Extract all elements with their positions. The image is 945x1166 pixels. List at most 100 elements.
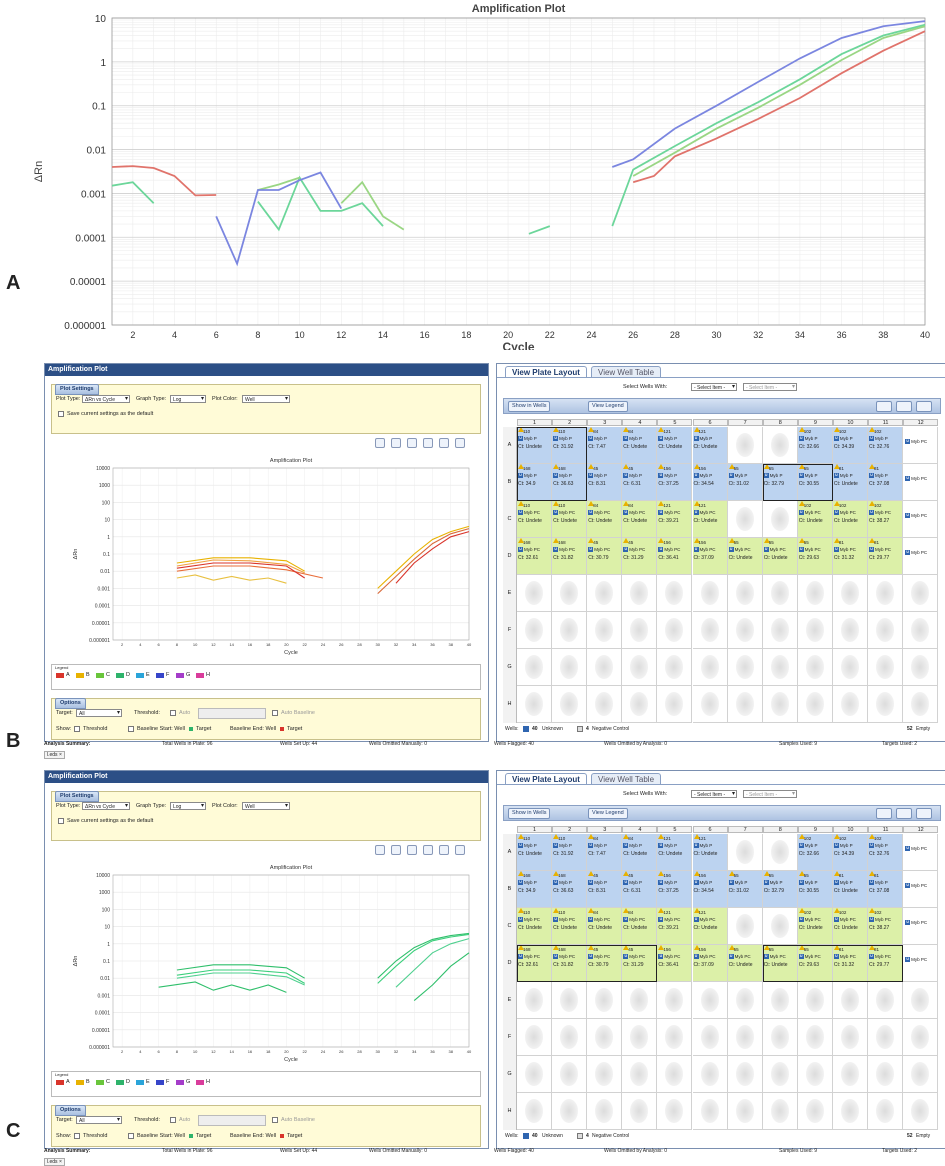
column-header[interactable]: 5 [657,826,693,833]
plate-well[interactable]: 55 U Myb PC Ct: Undete [762,538,798,575]
column-header[interactable]: 1 [517,419,553,426]
plate-well[interactable] [903,1019,939,1056]
graph-type-select[interactable]: Log [170,395,206,403]
baseline-start-checkbox[interactable] [128,726,134,732]
plate-well[interactable]: 55 U Myb PC Ct: 29.63 [797,538,833,575]
plot-settings-tab[interactable]: Plot Settings [55,384,99,395]
plate-well[interactable] [587,982,623,1019]
plate-well[interactable] [797,649,833,686]
column-header[interactable]: 4 [622,826,658,833]
plate-well[interactable] [832,649,868,686]
plate-well[interactable] [622,575,658,612]
plate-well[interactable]: 156 U Myb P Ct: 37.25 [657,871,693,908]
plate-well[interactable] [727,575,763,612]
plate-well[interactable] [762,427,798,464]
plate-well[interactable]: U Myb PC [903,427,939,464]
plate-well[interactable]: U Myb PC [903,908,939,945]
plate-well[interactable] [657,982,693,1019]
plate-well[interactable]: 84 U Myb PC Ct: Undete [587,908,623,945]
table-icon[interactable] [455,845,465,855]
plate-well[interactable]: 121 U Myb P Ct: Undete [692,834,728,871]
column-header[interactable]: 10 [832,826,868,833]
plate-well[interactable] [868,686,904,723]
plate-well[interactable]: 55 U Myb P Ct: 30.55 [797,871,833,908]
plate-well[interactable] [692,1019,728,1056]
plate-well[interactable]: 156 U Myb P Ct: 34.54 [692,871,728,908]
zoom-in-icon[interactable] [375,845,385,855]
target-select[interactable]: All [76,709,122,717]
plate-well[interactable]: 156 U Myb P Ct: 37.25 [657,464,693,501]
plate-well[interactable] [552,1056,588,1093]
print-icon[interactable] [407,438,417,448]
plate-well[interactable] [762,834,798,871]
auto-threshold-checkbox[interactable] [170,1117,176,1123]
plot-settings-tab[interactable]: Plot Settings [55,791,99,802]
chart-icon[interactable] [439,845,449,855]
plate-well[interactable] [832,686,868,723]
plate-well[interactable]: 110 U Myb P Ct: 31.92 [552,834,588,871]
plate-well[interactable] [762,1056,798,1093]
expand-icon[interactable] [876,808,892,819]
zoom-out-icon[interactable] [391,438,401,448]
column-header[interactable]: 11 [868,826,904,833]
row-label[interactable]: D [503,945,517,982]
plate-well[interactable] [868,1056,904,1093]
plate-well[interactable]: 45 U Myb P Ct: 8.31 [587,464,623,501]
plate-well[interactable]: 121 U Myb PC Ct: Undete [692,501,728,538]
plate-well[interactable]: 84 U Myb P Ct: 7.47 [587,834,623,871]
plate-well[interactable]: 121 U Myb PC Ct: 39.21 [657,501,693,538]
plate-well[interactable] [868,1019,904,1056]
plate-well[interactable] [692,612,728,649]
plate-well[interactable] [517,686,553,723]
plate-well[interactable] [587,649,623,686]
plate-well[interactable]: 55 U Myb P Ct: 31.02 [727,464,763,501]
plate-well[interactable]: 81 U Myb P Ct: Undete [832,464,868,501]
plate-well[interactable]: 102 U Myb PC Ct: Undete [797,908,833,945]
plate-well[interactable] [832,982,868,1019]
plate-well[interactable] [587,575,623,612]
plate-well[interactable] [762,982,798,1019]
plate-well[interactable] [727,612,763,649]
expand-icon[interactable] [876,401,892,412]
row-label[interactable]: G [503,649,517,686]
plate-well[interactable]: 84 U Myb PC Ct: Undete [622,501,658,538]
row-label[interactable]: G [503,1056,517,1093]
plate-well[interactable]: 121 U Myb PC Ct: Undete [692,908,728,945]
plate-well[interactable]: 168 U Myb PC Ct: 31.82 [552,538,588,575]
column-header[interactable]: 5 [657,419,693,426]
column-header[interactable]: 6 [692,419,728,426]
plate-well[interactable]: 121 U Myb P Ct: Undete [692,427,728,464]
plate-well[interactable]: U Myb PC [903,538,939,575]
column-header[interactable]: 4 [622,419,658,426]
plate-well[interactable] [552,686,588,723]
column-header[interactable]: 6 [692,826,728,833]
graph-type-select[interactable]: Log [170,802,206,810]
column-header[interactable]: 2 [552,826,588,833]
plate-well[interactable]: 84 U Myb P Ct: Undete [622,834,658,871]
plate-well[interactable]: 121 U Myb P Ct: Undete [657,834,693,871]
plate-well[interactable] [692,1056,728,1093]
auto-baseline-checkbox[interactable] [272,710,278,716]
print-icon[interactable] [407,845,417,855]
plate-well[interactable] [622,1093,658,1130]
row-label[interactable]: E [503,982,517,1019]
column-header[interactable]: 7 [727,826,763,833]
chart-icon[interactable] [439,438,449,448]
plate-well[interactable]: 156 U Myb PC Ct: 37.09 [692,538,728,575]
fit-icon[interactable] [916,808,932,819]
plate-well[interactable] [762,686,798,723]
plate-well[interactable]: 84 U Myb PC Ct: Undete [587,501,623,538]
plate-well[interactable]: U Myb PC [903,501,939,538]
plate-well[interactable] [797,1093,833,1130]
copy-icon[interactable] [423,845,433,855]
plate-well[interactable]: 102 U Myb P Ct: 32.76 [868,427,904,464]
plate-well[interactable] [832,1019,868,1056]
plate-well[interactable]: 121 U Myb PC Ct: 39.21 [657,908,693,945]
threshold-input[interactable] [198,708,266,719]
plate-well[interactable]: 55 U Myb PC Ct: Undete [727,945,763,982]
plate-well[interactable] [727,649,763,686]
plate-well[interactable] [762,612,798,649]
plate-well[interactable]: 102 U Myb PC Ct: Undete [797,501,833,538]
threshold-input[interactable] [198,1115,266,1126]
column-header[interactable]: 1 [517,826,553,833]
